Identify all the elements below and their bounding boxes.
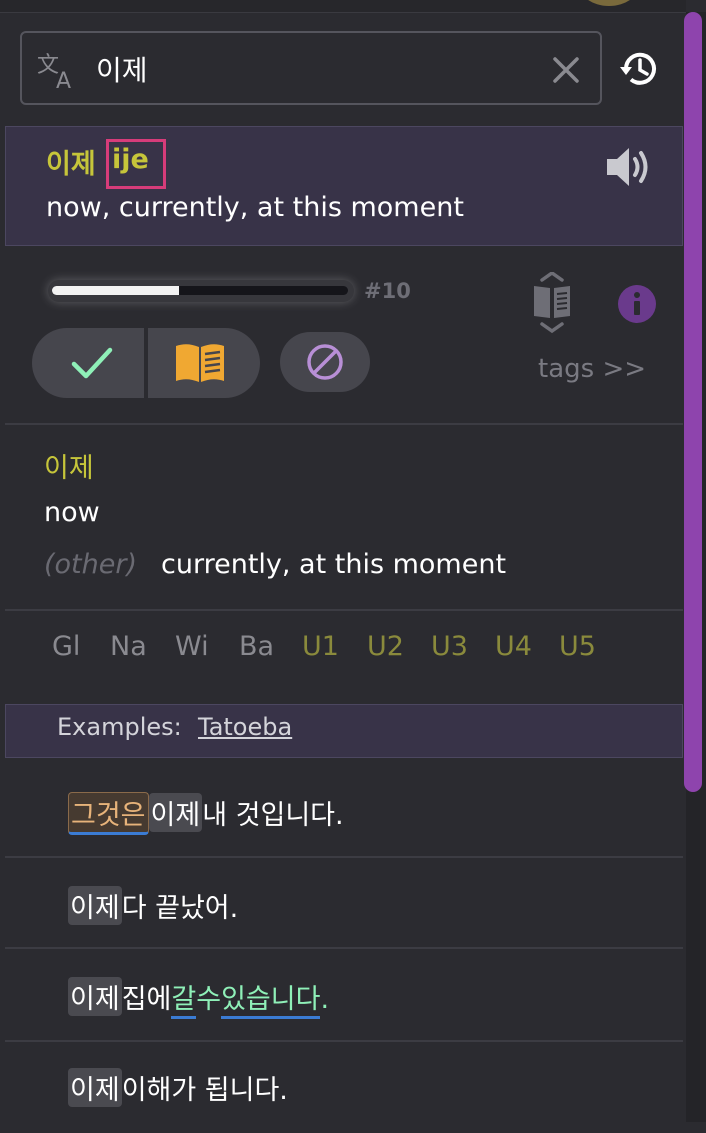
example-sentence: 이제 이해가 됩니다. <box>68 1068 288 1107</box>
section-divider <box>5 423 683 425</box>
example-word[interactable]: 그것은 <box>68 792 149 835</box>
svg-text:A: A <box>56 69 71 92</box>
info-icon[interactable] <box>617 284 657 324</box>
ban-icon <box>307 344 343 380</box>
example-sentence: 이제 다 끝났어. <box>68 886 238 925</box>
entry-definition: now, currently, at this moment <box>46 192 464 223</box>
definition-sense-1: now <box>44 497 100 528</box>
book-icon <box>176 344 224 382</box>
examples-label: Examples: <box>57 713 182 741</box>
progress-bar-fill <box>52 286 179 295</box>
source-tab-u5[interactable]: U5 <box>559 631 596 662</box>
example-sentence: 이제 집에 갈 수 있습니다. <box>68 977 329 1019</box>
speaker-icon[interactable] <box>604 144 654 190</box>
definition-word: 이제 <box>44 453 94 484</box>
clear-icon[interactable] <box>548 52 584 88</box>
history-icon[interactable] <box>616 46 662 92</box>
book-toggle-icon[interactable] <box>528 272 576 334</box>
top-strip <box>0 0 686 13</box>
scrollbar-thumb[interactable] <box>684 12 702 792</box>
example-word[interactable]: 수 <box>196 977 221 1016</box>
source-tab-na[interactable]: Na <box>110 631 147 662</box>
section-divider <box>5 609 683 611</box>
example-word[interactable]: 있습니다 <box>221 977 321 1019</box>
example-target-word[interactable]: 이제 <box>68 977 122 1016</box>
source-tab-ba[interactable]: Ba <box>239 631 274 662</box>
search-input[interactable] <box>96 48 526 90</box>
source-tab-u4[interactable]: U4 <box>495 631 532 662</box>
entry-word: 이제 <box>46 149 96 180</box>
source-tab-u2[interactable]: U2 <box>367 631 404 662</box>
example-target-word[interactable]: 이제 <box>68 1068 122 1107</box>
definition-other-tag: (other) <box>44 549 137 580</box>
source-tab-gl[interactable]: Gl <box>52 631 80 662</box>
definition-sense-2: currently, at this moment <box>161 549 507 580</box>
frequency-rank: #10 <box>364 279 411 303</box>
entry-romanization: ije <box>112 144 149 175</box>
example-target-word[interactable]: 이제 <box>68 886 122 925</box>
translate-icon: 文 A <box>37 53 71 92</box>
tags-link[interactable]: tags >> <box>538 354 646 384</box>
example-word[interactable]: 갈 <box>171 977 197 1019</box>
source-tab-wi[interactable]: Wi <box>175 631 209 662</box>
example-target-word[interactable]: 이제 <box>148 793 203 832</box>
examples-source-link[interactable]: Tatoeba <box>198 713 292 741</box>
example-sentence: 그것은 이제 내 것입니다. <box>68 792 344 835</box>
source-tab-u3[interactable]: U3 <box>431 631 468 662</box>
source-tab-u1[interactable]: U1 <box>302 631 339 662</box>
check-icon <box>71 347 113 379</box>
